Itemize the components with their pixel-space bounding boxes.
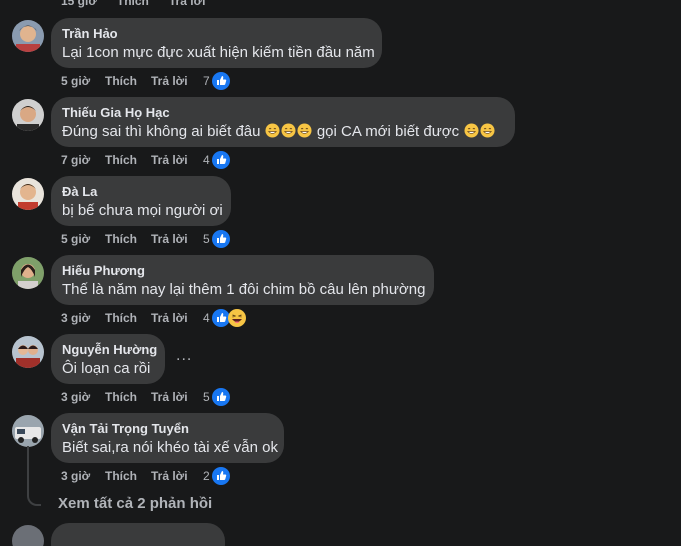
comment-text-part: Đúng sai thì không ai biết đâu [62,123,261,140]
comment-text: Lại 1con mực đực xuất hiện kiếm tiền đầu… [62,44,375,61]
like-action[interactable]: Thích [105,311,151,325]
grinning-face-icon [297,123,312,138]
reaction-summary[interactable]: 5 [203,388,230,406]
reaction-summary[interactable]: 4 [203,151,230,169]
reaction-count: 4 [203,311,210,325]
avatar[interactable] [12,525,44,546]
comment-bubble: Nguyễn Hường Ôi loạn ca rồi [51,334,165,384]
comment-author[interactable]: Vận Tải Trọng Tuyển [62,421,272,437]
thumbs-up-icon [211,388,230,406]
grinning-face-icon [281,123,296,138]
like-action[interactable]: Thích [105,469,151,483]
avatar[interactable] [12,20,44,52]
comment-bubble [51,523,225,546]
reply-action[interactable]: Trả lời [151,469,203,483]
comment-time[interactable]: 7 giờ [61,153,105,167]
comment-author[interactable]: Hiếu Phương [62,263,422,279]
comment-meta: 5 giờ Thích Trả lời 5 [61,230,230,248]
reply-action[interactable]: Trả lời [151,390,203,404]
comment-bubble: Vận Tải Trọng Tuyển Biết sai,ra nói khéo… [51,413,284,463]
comment-author[interactable]: Trần Hảo [62,26,370,42]
reaction-summary[interactable]: 4 [203,309,246,327]
comment-text: Biết sai,ra nói khéo tài xế vẫn ok [62,439,278,456]
avatar[interactable] [12,99,44,131]
grinning-face-icon [265,123,280,138]
comment-meta: 3 giờ Thích Trả lời 5 [61,388,230,406]
comment-meta: 7 giờ Thích Trả lời 4 [61,151,230,169]
reaction-count: 5 [203,390,210,404]
reaction-count: 5 [203,232,210,246]
thumbs-up-icon [211,467,230,485]
reaction-summary[interactable]: 2 [203,467,230,485]
comment-time[interactable]: 15 giờ [61,0,97,10]
reply-thread-line [27,446,41,506]
laughing-face-icon [227,309,246,327]
thumbs-up-icon [211,230,230,248]
comment-time[interactable]: 5 giờ [61,74,105,88]
comment-text: Thế là năm nay lại thêm 1 đôi chim bồ câ… [62,281,426,298]
reply-action[interactable]: Trả lời [169,0,206,10]
grinning-face-icon [464,123,479,138]
comment-text: Đúng sai thì không ai biết đâu gọi CA mớ… [62,122,503,142]
comment-author[interactable]: Đà La [62,184,219,200]
like-action[interactable]: Thích [105,232,151,246]
comment-time[interactable]: 3 giờ [61,390,105,404]
like-action[interactable]: Thích [105,153,151,167]
reaction-count: 2 [203,469,210,483]
comment-time[interactable]: 5 giờ [61,232,105,246]
comment-bubble: Hiếu Phương Thế là năm nay lại thêm 1 đô… [51,255,434,305]
avatar[interactable] [12,336,44,368]
comment-author[interactable]: Nguyễn Hường [62,342,157,358]
comment-text-part: gọi CA mới biết được [316,123,460,140]
thumbs-up-icon [211,151,230,169]
comment-text: Ôi loạn ca rồi [62,360,151,377]
reaction-count: 7 [203,74,210,88]
comment-time[interactable]: 3 giờ [61,469,105,483]
previous-comment-meta: 15 giờ Thích Trả lời [61,0,225,10]
avatar[interactable] [12,178,44,210]
reaction-count: 4 [203,153,210,167]
more-options-icon[interactable]: ... [176,347,192,365]
like-action[interactable]: Thích [105,74,151,88]
comment-meta: 5 giờ Thích Trả lời 7 [61,72,230,90]
comment-meta: 3 giờ Thích Trả lời 2 [61,467,230,485]
avatar[interactable] [12,257,44,289]
like-action[interactable]: Thích [105,390,151,404]
reaction-summary[interactable]: 7 [203,72,230,90]
comment-bubble: Trần Hảo Lại 1con mực đực xuất hiện kiếm… [51,18,382,68]
comment-author[interactable]: Thiếu Gia Họ Hạc [62,105,503,121]
reaction-summary[interactable]: 5 [203,230,230,248]
comment-bubble: Thiếu Gia Họ Hạc Đúng sai thì không ai b… [51,97,515,147]
comment-time[interactable]: 3 giờ [61,311,105,325]
comment-text: bị bế chưa mọi người ơi [62,202,223,219]
view-all-replies-link[interactable]: Xem tất cả 2 phản hồi [58,495,212,512]
grinning-face-icon [480,123,495,138]
like-action[interactable]: Thích [117,0,149,10]
comment-meta: 3 giờ Thích Trả lời 4 [61,309,246,327]
comment-bubble: Đà La bị bế chưa mọi người ơi [51,176,231,226]
reply-action[interactable]: Trả lời [151,311,203,325]
reply-action[interactable]: Trả lời [151,232,203,246]
reply-action[interactable]: Trả lời [151,153,203,167]
thumbs-up-icon [211,72,230,90]
comments-feed: 15 giờ Thích Trả lời Trần Hảo Lại 1con m… [0,0,681,546]
avatar[interactable] [12,415,44,447]
reply-action[interactable]: Trả lời [151,74,203,88]
